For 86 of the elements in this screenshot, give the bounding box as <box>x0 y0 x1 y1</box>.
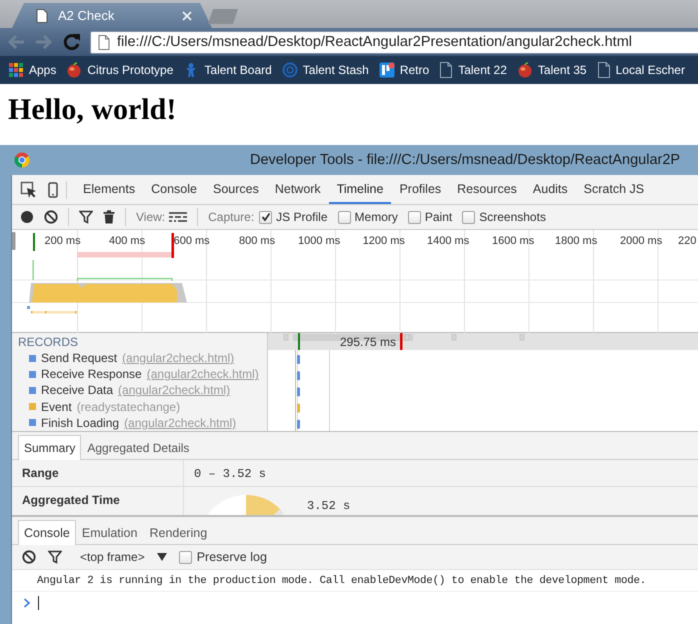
apps-grid-icon[interactable] <box>8 62 24 78</box>
fruit-icon[interactable] <box>66 62 82 78</box>
checkbox[interactable] <box>178 550 192 564</box>
ruler-tick: 1400 ms <box>427 235 470 247</box>
panel-tab[interactable]: Elements <box>75 175 144 204</box>
checkbox[interactable] <box>338 210 351 224</box>
checkbox[interactable] <box>408 210 421 224</box>
ruler-tick: 1800 ms <box>555 235 598 247</box>
duration-label: 295.75 ms <box>340 335 396 349</box>
checkbox[interactable] <box>259 210 272 224</box>
ruler-tick: 1600 ms <box>492 235 534 247</box>
checkbox-label: Paint <box>424 210 452 224</box>
checkbox-label: Preserve log <box>196 550 267 564</box>
bookmark[interactable]: Talent Stash <box>302 63 369 77</box>
window-title: Developer Tools - file:///C:/Users/msnead/Desktop/ReactAngular2P <box>250 152 680 168</box>
bookmark[interactable]: Local Escher <box>616 63 685 77</box>
record-name[interactable]: Receive Response <box>41 367 142 382</box>
record-name[interactable]: Receive Data <box>41 383 114 398</box>
checkbox[interactable] <box>462 210 476 224</box>
panel-tab[interactable]: Console <box>143 175 205 204</box>
fruit-icon[interactable] <box>516 62 533 78</box>
address-bar[interactable]: file:///C:/Users/msnead/Desktop/ReactAngular2Presentation/angular2check.html <box>90 30 698 54</box>
ruler-tick: 400 ms <box>109 235 146 247</box>
bookmark[interactable]: Talent 35 <box>538 63 587 77</box>
panel-tab[interactable]: Resources <box>449 175 525 204</box>
section-header: RECORDS <box>17 334 80 350</box>
reload-icon[interactable] <box>62 32 82 52</box>
browser-tab[interactable]: A2 Check <box>12 3 212 28</box>
ruler-tick: 1200 ms <box>362 235 405 247</box>
bookmark[interactable]: Apps <box>29 63 56 77</box>
drawer-tab[interactable]: Emulation <box>76 520 144 544</box>
page-icon[interactable] <box>439 62 454 78</box>
panel-tab[interactable]: Scratch JS <box>576 175 652 204</box>
text-cursor <box>38 596 39 610</box>
drawer-tab[interactable]: Rendering <box>143 520 214 544</box>
summary-label: Range <box>12 460 184 486</box>
bookmark[interactable]: Talent Board <box>204 63 272 77</box>
check-icon <box>260 212 271 222</box>
bookmark[interactable]: Citrus Prototype <box>87 63 174 77</box>
clear-icon[interactable] <box>44 210 58 224</box>
filter-icon[interactable] <box>48 550 62 564</box>
details-tab[interactable]: Aggregated Details <box>81 435 196 459</box>
page-heading: Hello, world! <box>8 93 176 127</box>
device-icon[interactable] <box>48 182 58 198</box>
trash-icon[interactable] <box>103 210 115 224</box>
pie-chart-drawing <box>246 495 284 515</box>
clear-icon[interactable] <box>22 550 36 564</box>
caret-icon[interactable] <box>156 553 167 561</box>
close-icon[interactable] <box>182 10 192 20</box>
ruler-tick: 220 <box>678 235 696 247</box>
view-label: View: <box>136 210 166 224</box>
page-icon <box>98 34 110 50</box>
console-message: Angular 2 is running in the production mode. Call enableDevMode() to enable the development mode. <box>12 570 698 592</box>
page-icon <box>36 8 48 22</box>
record-icon[interactable] <box>20 210 34 224</box>
context-select[interactable]: <top frame> <box>80 550 145 564</box>
ruler-tick: 200 ms <box>44 235 81 247</box>
panel-tab[interactable]: Profiles <box>391 175 450 204</box>
panel-tab[interactable]: Audits <box>524 175 576 204</box>
page-icon[interactable] <box>596 62 611 78</box>
checkbox-label: Memory <box>354 210 398 224</box>
details-tab[interactable]: Summary <box>18 435 82 460</box>
ruler-tick: 600 ms <box>174 235 210 247</box>
checkbox-label: Screenshots <box>479 210 546 224</box>
inspect-icon[interactable] <box>20 180 38 198</box>
record-name[interactable]: Event <box>41 400 72 414</box>
pie-value: 3.52 s <box>307 499 350 513</box>
bookmark[interactable]: Talent 22 <box>458 63 507 77</box>
capture-label: Capture: <box>208 210 254 224</box>
ruler-tick: 2000 ms <box>620 235 662 247</box>
chrome-logo-icon <box>14 152 30 168</box>
ruler-tick: 800 ms <box>239 235 276 247</box>
record-detail: (readystatechange) <box>76 400 180 414</box>
record-name[interactable]: Finish Loading <box>41 416 120 430</box>
ruler-tick: 1000 ms <box>298 235 340 247</box>
bookmark[interactable]: Retro <box>400 63 430 77</box>
prompt-icon <box>23 598 31 608</box>
panel-tab[interactable]: Sources <box>204 175 267 204</box>
panel-tab[interactable]: Network <box>266 175 329 204</box>
board-icon[interactable] <box>378 62 395 78</box>
drawer-tab[interactable]: Console <box>18 520 76 545</box>
filter-icon[interactable] <box>79 210 93 224</box>
flame-view-icon[interactable] <box>169 211 188 223</box>
summary-value: 0 – 3.52 s <box>194 467 266 481</box>
checkbox-label: JS Profile <box>276 210 328 224</box>
record-name[interactable]: Send Request <box>41 351 118 366</box>
